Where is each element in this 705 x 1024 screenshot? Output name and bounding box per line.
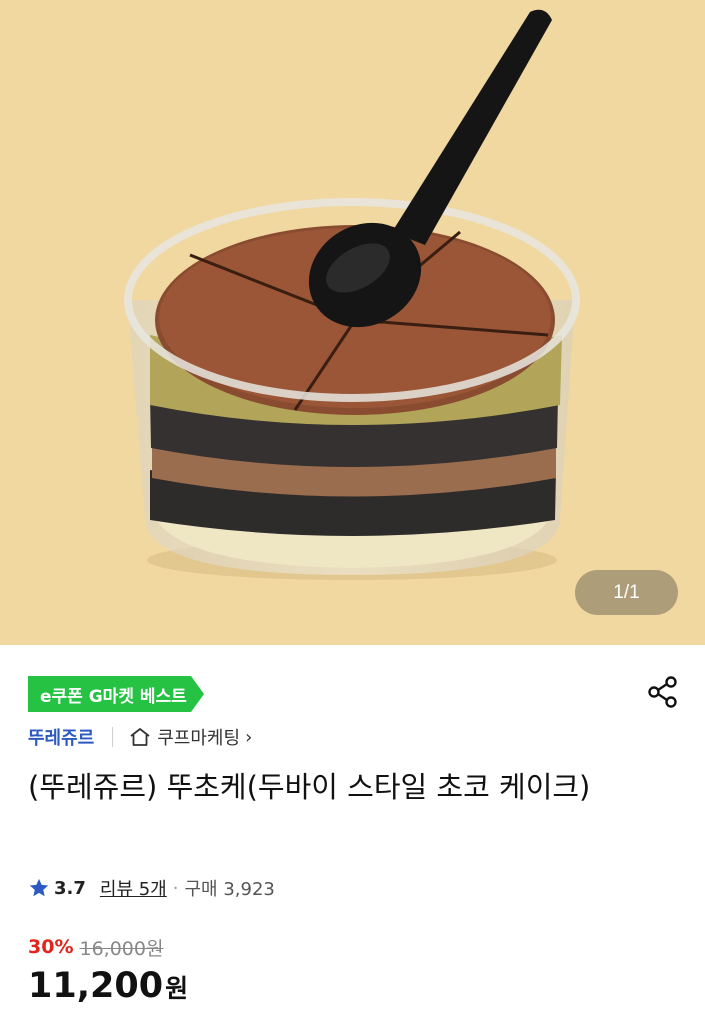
home-icon <box>130 728 150 746</box>
rating-separator: · <box>172 877 179 899</box>
image-page-indicator-text: 1/1 <box>613 581 640 603</box>
shop-name: 쿠프마케팅 <box>157 728 241 749</box>
seller-row: 뚜레쥬르 쿠프마케팅 › <box>28 722 252 752</box>
best-badge-label: e쿠폰 G마켓 베스트 <box>28 676 191 712</box>
product-title: (뚜레쥬르) 뚜초케(두바이 스타일 초코 케이크) <box>28 770 591 804</box>
review-link[interactable]: 리뷰 5개 <box>100 875 167 901</box>
image-page-indicator: 1/1 <box>575 570 678 615</box>
sale-price: 11,200 원 <box>28 966 188 1014</box>
star-icon <box>29 878 49 897</box>
original-price: 16,000원 <box>79 937 164 960</box>
rating-row: 3.7 리뷰 5개 · 구매 3,923 <box>28 873 275 903</box>
product-image-gallery[interactable]: 1/1 <box>0 0 705 645</box>
sale-price-currency: 원 <box>165 974 189 1003</box>
sale-price-amount: 11,200 <box>28 966 164 1006</box>
brand-link[interactable]: 뚜레쥬르 <box>28 724 94 750</box>
discount-rate: 30% <box>28 936 74 958</box>
seller-divider <box>112 727 114 747</box>
purchase-count: 구매 3,923 <box>184 879 275 900</box>
rating-score: 3.7 <box>54 877 86 899</box>
best-badge: e쿠폰 G마켓 베스트 <box>28 676 204 712</box>
best-badge-tip <box>190 676 204 712</box>
product-photo <box>124 9 580 580</box>
share-button[interactable] <box>645 674 681 710</box>
shop-link[interactable]: 쿠프마케팅 › <box>129 724 252 750</box>
discount-row: 30% 16,000원 <box>28 932 163 962</box>
chevron-right-icon: › <box>245 726 253 748</box>
share-icon <box>648 676 677 708</box>
